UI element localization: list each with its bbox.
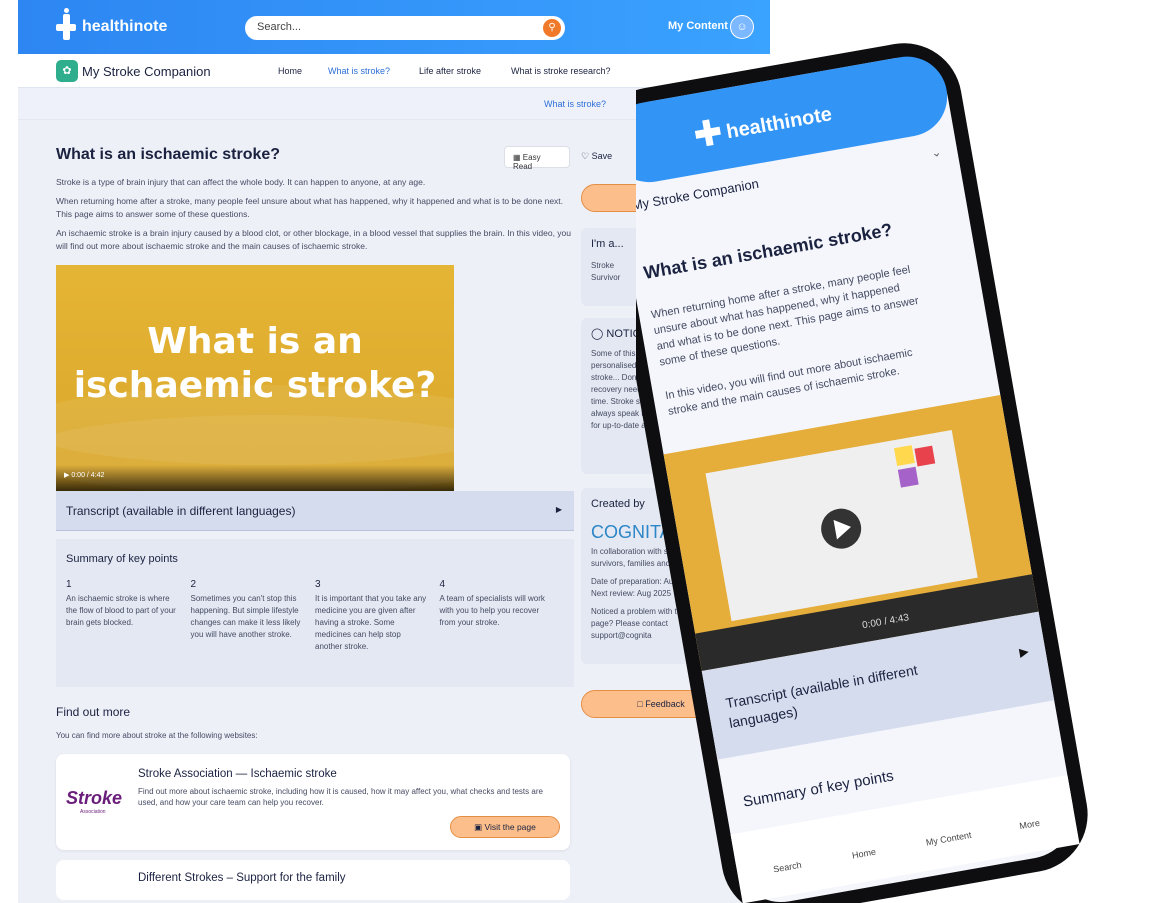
nav-life-after-stroke[interactable]: Life after stroke xyxy=(419,66,481,76)
intro-paragraph: Stroke is a type of brain injury that ca… xyxy=(56,177,426,187)
summary-point: 1 An ischaemic stroke is where the flow o… xyxy=(66,579,176,627)
find-more-sub: You can find more about stroke at the fo… xyxy=(56,731,258,740)
video-title: What is an ischaemic stroke? xyxy=(73,321,437,406)
visit-page-button[interactable]: ▣ Visit the page xyxy=(450,816,560,838)
main-content: What is an ischaemic stroke? ▦ Easy Read… xyxy=(56,146,574,900)
nav-stroke-research[interactable]: What is stroke research? xyxy=(511,66,611,76)
page-title: What is an ischaemic stroke? xyxy=(56,146,281,163)
summary-point: 3 It is important that you take any medic… xyxy=(315,579,427,651)
summary-title: Summary of key points xyxy=(66,553,178,565)
resource-description: Find out more about ischaemic stroke, in… xyxy=(138,787,543,807)
video-time: 0:00 / 4:42 xyxy=(71,472,105,479)
lightbulb-icon: ◯ xyxy=(591,328,604,340)
stroke-association-logo: Stroke Association xyxy=(66,788,123,815)
resource-card: Stroke Association Stroke Association — … xyxy=(56,754,570,850)
heart-icon: ♡ xyxy=(581,151,590,161)
brain-icon: ✿ xyxy=(56,60,78,82)
resource-title[interactable]: Stroke Association — Ischaemic stroke xyxy=(138,768,337,780)
healthinote-logo[interactable]: healthinote xyxy=(56,8,167,40)
save-button[interactable]: ♡ Save xyxy=(581,151,612,162)
video-player[interactable]: What is an ischaemic stroke? ▶ 0:00 / 4:… xyxy=(56,265,454,491)
brand-name[interactable]: My Stroke Companion xyxy=(82,64,211,79)
nav-home[interactable]: Home xyxy=(278,66,302,76)
summary-point: 4A team of specialists will work with yo… xyxy=(439,579,545,627)
intro-paragraph-3: An ischaemic stroke is a brain injury ca… xyxy=(56,228,572,251)
play-icon[interactable]: ▶ xyxy=(64,472,69,479)
intro-paragraph-2: When returning home after a stroke, many… xyxy=(56,196,564,219)
breadcrumb-item[interactable]: What is stroke? xyxy=(544,99,606,109)
plus-logo-icon xyxy=(56,8,76,40)
easy-read-button[interactable]: ▦ Easy Read xyxy=(504,146,570,171)
resource-card: Different Strokes – Support for the fami… xyxy=(56,860,570,900)
video-controls[interactable]: ▶ 0:00 / 4:42 xyxy=(56,465,454,491)
expand-icon: ▶ xyxy=(555,505,562,514)
my-content-link[interactable]: My Content xyxy=(668,20,728,32)
search-input[interactable]: Search... ⚲ xyxy=(245,16,565,40)
search-icon[interactable]: ⚲ xyxy=(543,19,561,37)
transcript-accordion[interactable]: Transcript (available in different langu… xyxy=(56,491,574,531)
phone-mockup: healthinote My Stroke Companion ⌄ What i… xyxy=(636,43,1088,903)
resource-title[interactable]: Different Strokes – Support for the fami… xyxy=(138,872,346,884)
summary-section: Summary of key points 1 An ischaemic stro… xyxy=(56,539,574,687)
find-more-heading: Find out more xyxy=(56,705,131,719)
monitor-icon: ▣ xyxy=(474,822,483,832)
summary-point: 2 Sometimes you can't stop this happening… xyxy=(190,579,301,639)
nav-what-is-stroke[interactable]: What is stroke? xyxy=(328,66,390,76)
